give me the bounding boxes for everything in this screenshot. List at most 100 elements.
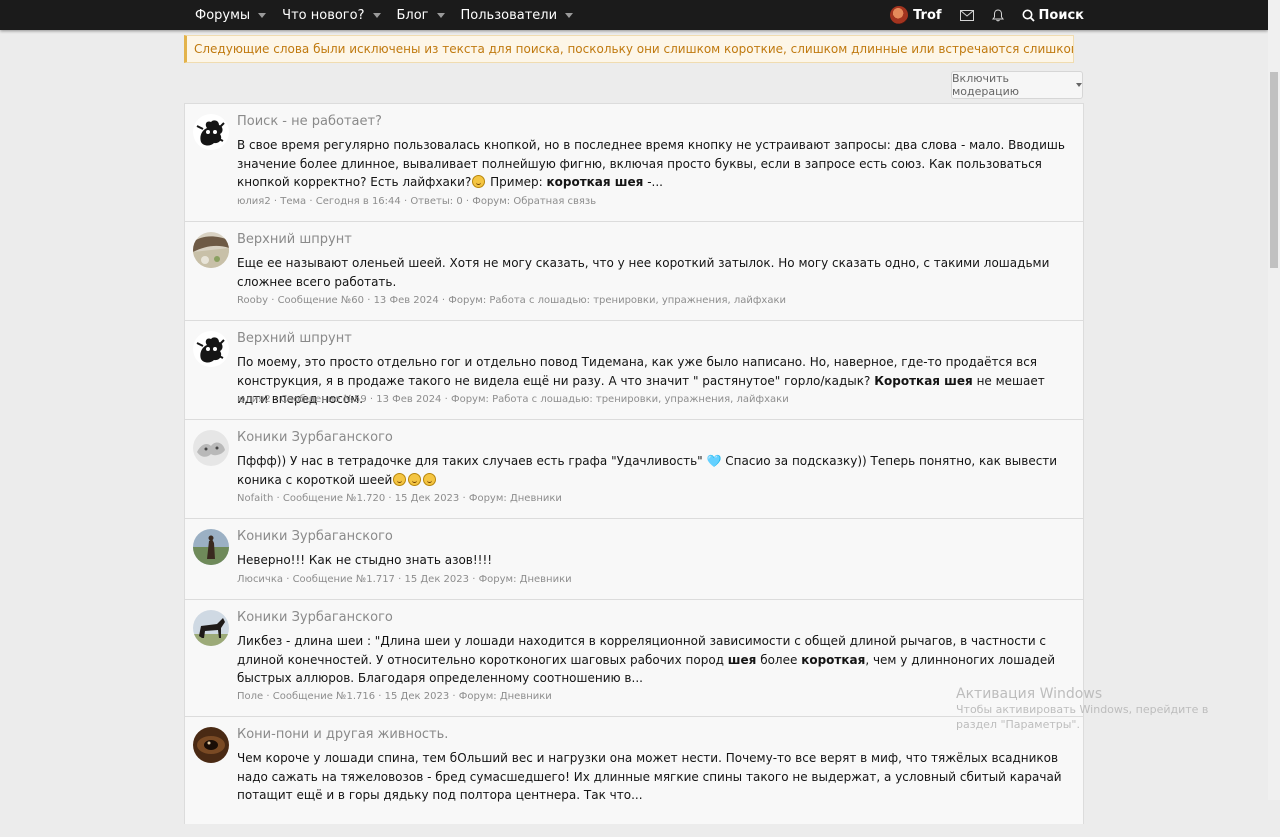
content-type: Сообщение №1.720 bbox=[282, 493, 386, 504]
main-nav: Форумы Что нового? Блог Пользователи bbox=[184, 0, 589, 30]
result-meta: Rooby · Сообщение №60 · 13 Фев 2024 · Фо… bbox=[237, 295, 787, 306]
search-notice: Следующие слова были исключены из текста… bbox=[184, 35, 1074, 63]
result-title[interactable]: Коники Зурбаганского bbox=[237, 610, 393, 625]
enable-moderation-button[interactable]: Включить модерацию bbox=[951, 71, 1083, 99]
result-title[interactable]: Поиск - не работает? bbox=[237, 114, 382, 129]
search-highlight: шея bbox=[727, 652, 757, 667]
avatar[interactable] bbox=[193, 114, 229, 150]
list-item: Поиск - не работает? В свое время регуля… bbox=[185, 104, 1083, 222]
post-date: 13 Фев 2024 bbox=[373, 295, 439, 306]
result-snippet: Чем короче у лошади спина, тем бОльший в… bbox=[237, 749, 1077, 805]
forum-link[interactable]: Дневники bbox=[500, 691, 552, 702]
result-meta: Поле · Сообщение №1.716 · 15 Дек 2023 · … bbox=[237, 691, 552, 702]
search-highlight: короткая bbox=[801, 652, 866, 667]
result-meta: юлия2 · Сообщение №59 · 13 Фев 2024 · Фо… bbox=[237, 394, 789, 405]
user-nav: Trof Поиск bbox=[890, 0, 1084, 30]
author-link[interactable]: Nofaith bbox=[237, 493, 273, 504]
snippet-text: Еще ее называют оленьей шеей. Хотя не мо… bbox=[237, 256, 1050, 289]
result-snippet: Пффф)) У нас в тетрадочке для таких случ… bbox=[237, 452, 1077, 489]
result-snippet: В свое время регулярно пользовалась кноп… bbox=[237, 136, 1077, 192]
post-date: 15 Дек 2023 bbox=[394, 493, 460, 504]
rofl-emoji-icon bbox=[423, 472, 437, 486]
list-item: Коники Зурбаганского Неверно!!! Как не с… bbox=[185, 519, 1083, 600]
forum-link[interactable]: Работа с лошадью: тренировки, упражнения… bbox=[492, 394, 789, 405]
forum-label: Форум: bbox=[458, 691, 497, 702]
author-link[interactable]: Rooby bbox=[237, 295, 268, 306]
forum-link[interactable]: Дневники bbox=[520, 574, 572, 585]
avatar[interactable] bbox=[193, 610, 229, 646]
post-date: Сегодня в 16:44 bbox=[315, 196, 401, 207]
snippet-text: Пффф)) У нас в тетрадочке для таких случ… bbox=[237, 454, 1058, 487]
list-item: Верхний шпрунт Еще ее называют оленьей ш… bbox=[185, 222, 1083, 321]
nav-item-forums[interactable]: Форумы bbox=[184, 8, 267, 23]
result-snippet: Ликбез - длина шеи : "Длина шеи у лошади… bbox=[237, 632, 1077, 688]
nav-item-blog[interactable]: Блог bbox=[397, 8, 445, 23]
search-label: Поиск bbox=[1038, 7, 1084, 23]
avatar[interactable] bbox=[193, 529, 229, 565]
result-meta: юлия2 · Тема · Сегодня в 16:44 · Ответы:… bbox=[237, 196, 597, 207]
result-meta: Люсичка · Сообщение №1.717 · 15 Дек 2023… bbox=[237, 574, 572, 585]
nav-item-whats-new[interactable]: Что нового? bbox=[282, 7, 381, 23]
avatar[interactable] bbox=[193, 331, 229, 367]
forum-label: Форум: bbox=[468, 493, 507, 504]
nav-item-label: Пользователи bbox=[460, 7, 558, 23]
scrollbar-thumb[interactable] bbox=[1270, 72, 1278, 268]
author-link[interactable]: Люсичка bbox=[237, 574, 283, 585]
result-title[interactable]: Кони-пони и другая живность. bbox=[237, 727, 448, 742]
content-type: Тема bbox=[280, 196, 307, 207]
search-highlight: Короткая шея bbox=[874, 373, 973, 388]
result-snippet: Неверно!!! Как не стыдно знать азов!!!! bbox=[237, 551, 1077, 570]
bell-icon[interactable] bbox=[991, 8, 1004, 22]
account-menu[interactable]: Trof bbox=[890, 6, 942, 24]
chevron-down-icon[interactable] bbox=[372, 12, 381, 18]
snippet-text: Пример: bbox=[486, 175, 547, 189]
nav-item-label: Блог bbox=[396, 7, 429, 23]
envelope-icon[interactable] bbox=[959, 9, 974, 21]
snippet-text: более bbox=[756, 652, 802, 667]
result-title[interactable]: Коники Зурбаганского bbox=[237, 529, 393, 544]
reply-count: Ответы: 0 bbox=[410, 196, 463, 207]
post-date: 13 Фев 2024 bbox=[376, 394, 442, 405]
rofl-emoji-icon bbox=[393, 472, 407, 486]
page-scrollbar[interactable] bbox=[1268, 0, 1280, 800]
avatar bbox=[890, 6, 909, 24]
author-link[interactable]: юлия2 bbox=[237, 196, 271, 207]
result-title[interactable]: Верхний шпрунт bbox=[237, 331, 352, 346]
list-item: Коники Зурбаганского Ликбез - длина шеи … bbox=[185, 600, 1083, 717]
content-type: Сообщение №59 bbox=[280, 394, 367, 405]
chevron-down-icon[interactable] bbox=[258, 12, 267, 18]
content-type: Сообщение №1.716 bbox=[272, 691, 376, 702]
content-type: Сообщение №1.717 bbox=[292, 574, 395, 585]
avatar[interactable] bbox=[193, 232, 229, 268]
avatar[interactable] bbox=[193, 430, 229, 466]
list-item: Верхний шпрунт По моему, это просто отде… bbox=[185, 321, 1083, 420]
result-meta: Nofaith · Сообщение №1.720 · 15 Дек 2023… bbox=[237, 493, 562, 504]
avatar[interactable] bbox=[193, 727, 229, 763]
forum-label: Форум: bbox=[472, 196, 511, 207]
nav-item-users[interactable]: Пользователи bbox=[461, 8, 574, 23]
search-highlight: короткая шея bbox=[546, 175, 644, 189]
snippet-text: -... bbox=[643, 175, 663, 189]
result-title[interactable]: Коники Зурбаганского bbox=[237, 430, 393, 445]
nav-item-label: Что нового? bbox=[282, 7, 365, 23]
username: Trof bbox=[913, 7, 942, 23]
list-item: Кони-пони и другая живность. Чем короче … bbox=[185, 717, 1083, 837]
forum-link[interactable]: Работа с лошадью: тренировки, упражнения… bbox=[489, 295, 786, 306]
rofl-emoji-icon bbox=[408, 472, 422, 486]
author-link[interactable]: Поле bbox=[237, 691, 263, 702]
result-snippet: Еще ее называют оленьей шеей. Хотя не мо… bbox=[237, 254, 1077, 291]
post-date: 15 Дек 2023 bbox=[384, 691, 450, 702]
search-button[interactable]: Поиск bbox=[1022, 8, 1084, 23]
moderation-label: Включить модерацию bbox=[952, 72, 1020, 98]
confused-emoji-icon bbox=[472, 175, 486, 188]
result-title[interactable]: Верхний шпрунт bbox=[237, 232, 352, 247]
forum-link[interactable]: Обратная связь bbox=[513, 196, 596, 207]
forum-label: Форум: bbox=[450, 394, 489, 405]
search-icon bbox=[1022, 9, 1035, 22]
author-link[interactable]: юлия2 bbox=[237, 394, 271, 405]
forum-link[interactable]: Дневники bbox=[510, 493, 562, 504]
chevron-down-icon[interactable] bbox=[565, 12, 574, 18]
snippet-text: Чем короче у лошади спина, тем бОльший в… bbox=[237, 751, 1062, 802]
search-results-list: Поиск - не работает? В свое время регуля… bbox=[184, 103, 1084, 824]
chevron-down-icon[interactable] bbox=[436, 12, 445, 18]
